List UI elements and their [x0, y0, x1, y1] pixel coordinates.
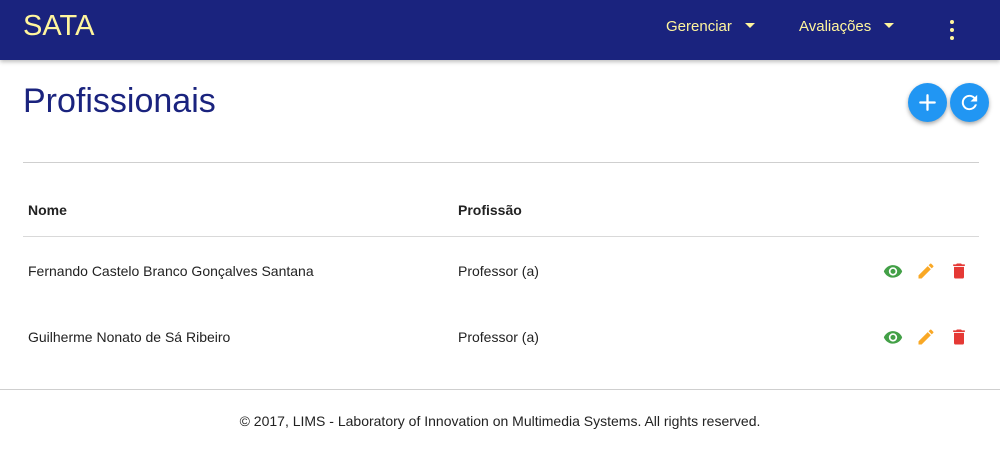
view-button[interactable] — [883, 261, 903, 281]
column-header-nome: Nome — [28, 202, 67, 218]
trash-icon — [953, 263, 965, 279]
add-button[interactable] — [908, 83, 947, 122]
delete-button[interactable] — [949, 261, 969, 281]
pencil-icon — [918, 263, 934, 279]
more-vertical-icon[interactable] — [942, 18, 962, 42]
caret-down-icon — [884, 23, 895, 28]
menu-avaliacoes-label: Avaliações — [799, 18, 872, 35]
app-brand[interactable]: SATA — [23, 10, 94, 43]
cell-nome: Fernando Castelo Branco Gonçalves Santan… — [28, 263, 314, 279]
row-actions — [883, 327, 973, 347]
caret-down-icon — [744, 23, 755, 28]
eye-icon — [883, 331, 903, 344]
plus-icon — [919, 94, 936, 111]
top-navbar: SATA Gerenciar Avaliações — [0, 0, 1000, 60]
footer-divider — [0, 389, 1000, 390]
cell-profissao: Professor (a) — [458, 263, 539, 279]
menu-gerenciar[interactable]: Gerenciar — [666, 18, 755, 35]
eye-icon — [883, 265, 903, 278]
edit-button[interactable] — [916, 327, 936, 347]
cell-nome: Guilherme Nonato de Sá Ribeiro — [28, 329, 231, 345]
delete-button[interactable] — [949, 327, 969, 347]
view-button[interactable] — [883, 327, 903, 347]
table-row: Guilherme Nonato de Sá Ribeiro Professor… — [23, 303, 979, 369]
page-title: Profissionais — [23, 82, 216, 120]
refresh-icon — [961, 94, 978, 111]
trash-icon — [953, 329, 965, 345]
refresh-button[interactable] — [950, 83, 989, 122]
pencil-icon — [918, 329, 934, 345]
title-divider — [23, 162, 979, 163]
menu-avaliacoes[interactable]: Avaliações — [799, 18, 895, 35]
menu-gerenciar-label: Gerenciar — [666, 18, 732, 35]
cell-profissao: Professor (a) — [458, 329, 539, 345]
column-header-profissao: Profissão — [458, 202, 522, 218]
table-row: Fernando Castelo Branco Gonçalves Santan… — [23, 237, 979, 303]
row-actions — [883, 261, 973, 281]
edit-button[interactable] — [916, 261, 936, 281]
footer-copyright: © 2017, LIMS - Laboratory of Innovation … — [239, 413, 761, 429]
